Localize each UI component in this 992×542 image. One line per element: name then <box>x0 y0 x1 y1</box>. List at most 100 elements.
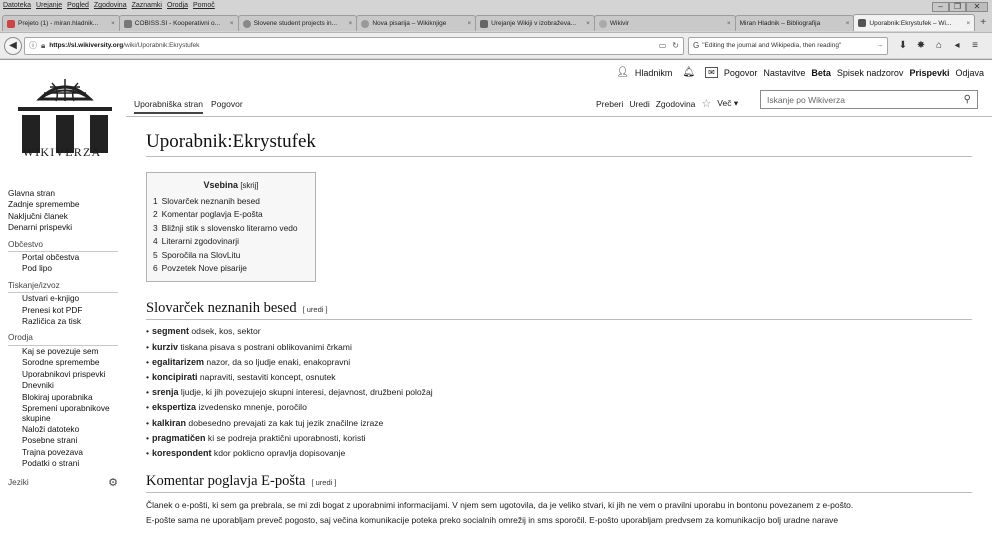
notifications-bell-icon[interactable]: 🔔︎ <box>682 67 695 78</box>
paragraph-line: Članek o e-pošti, ki sem ga prebrala, se… <box>146 500 854 511</box>
beta-link[interactable]: Beta <box>811 68 831 78</box>
section-edit-link[interactable]: [ uredi ] <box>303 305 328 314</box>
close-window-button[interactable]: ✕ <box>966 2 988 12</box>
sidebar-item-logs[interactable]: Dnevniki <box>22 380 126 391</box>
sidebar-group-tools: Orodja Kaj se povezuje sem Sorodne sprem… <box>0 332 126 469</box>
close-tab-icon[interactable]: × <box>111 20 115 27</box>
tab-talk[interactable]: Pogovor <box>211 99 243 114</box>
browser-tab[interactable]: Wikivir × <box>593 15 736 31</box>
browser-search-box[interactable]: G "Editing the journal and Wikipedia, th… <box>688 36 888 55</box>
new-tab-button[interactable]: + <box>974 15 992 31</box>
globe-icon <box>242 19 251 28</box>
sidebar-item-community-portal[interactable]: Portal občestva <box>22 252 126 263</box>
namespace-tabs: Uporabniška stran Pogovor <box>134 99 243 114</box>
tab-edit[interactable]: Uredi <box>629 99 649 109</box>
list-item: egalitarizem nazor, da so ljudje enaki, … <box>146 355 986 370</box>
logout-link[interactable]: Odjava <box>955 68 984 78</box>
close-tab-icon[interactable]: × <box>586 20 590 27</box>
sidebar-item-block-user[interactable]: Blokiraj uporabnika <box>22 392 126 403</box>
toc-item[interactable]: 4 Literarni zgodovinarji <box>153 235 309 248</box>
menu-history[interactable]: Zgodovina <box>94 0 127 12</box>
wikiversity-icon <box>480 19 489 28</box>
more-menu[interactable]: Več ▾ <box>717 98 738 109</box>
reader-view-icon[interactable]: ▭ <box>659 41 667 50</box>
sidebar-item-random-article[interactable]: Naključni članek <box>8 211 126 222</box>
sidebar-item-user-contributions[interactable]: Uporabnikovi prispevki <box>22 369 122 380</box>
maximize-button[interactable]: ❐ <box>949 2 966 12</box>
sidebar-item-create-book[interactable]: Ustvari e-knjigo <box>22 293 126 304</box>
sidebar-item-related-changes[interactable]: Sorodne spremembe <box>22 357 126 368</box>
toc-item[interactable]: 3 Bližnji stik s slovensko literarno vedo <box>153 222 309 235</box>
tab-read[interactable]: Preberi <box>596 99 623 109</box>
close-tab-icon[interactable]: × <box>966 20 970 27</box>
search-icon[interactable]: ⚲ <box>964 94 971 105</box>
contributions-link[interactable]: Prispevki <box>909 68 949 78</box>
minimize-button[interactable]: – <box>932 2 949 12</box>
toc-item[interactable]: 5 Sporočila na SlovLitu <box>153 249 309 262</box>
toc-number: 6 <box>153 263 158 274</box>
languages-heading[interactable]: Jeziki <box>8 477 29 487</box>
sidebar-item-main-page[interactable]: Glavna stran <box>8 188 126 199</box>
toc-toggle[interactable]: [skrij] <box>240 181 258 190</box>
tab-user-page[interactable]: Uporabniška stran <box>134 99 203 114</box>
sidebar-item-what-links-here[interactable]: Kaj se povezuje sem <box>22 346 126 357</box>
search-go-icon[interactable]: → <box>877 42 884 49</box>
toc-item[interactable]: 6 Povzetek Nove pisarije <box>153 262 309 275</box>
sidebar-item-permanent-link[interactable]: Trajna povezava <box>22 447 126 458</box>
user-link[interactable]: Hladnikm <box>635 68 673 78</box>
sidebar-heading[interactable]: Občestvo <box>8 239 118 253</box>
sidebar-heading[interactable]: Tiskanje/izvoz <box>8 280 118 294</box>
browser-tab[interactable]: Slovene student projects in... × <box>237 15 358 31</box>
tab-history[interactable]: Zgodovina <box>656 99 696 109</box>
sidebar-item-village-pump[interactable]: Pod lipo <box>22 263 126 274</box>
close-tab-icon[interactable]: × <box>846 20 850 27</box>
toc-item[interactable]: 2 Komentar poglavja E-pošta <box>153 208 309 221</box>
url-bar[interactable]: ⓘ 🔒︎ https://sl.wikiversity.org /wiki/Up… <box>24 36 684 55</box>
browser-tab[interactable]: COBISS.SI - Kooperativni o... × <box>118 15 239 31</box>
wiki-search-input[interactable]: Iskanje po Wikiverza ⚲ <box>760 90 978 109</box>
menu-view[interactable]: Pogled <box>67 0 89 12</box>
menu-bookmarks[interactable]: Zaznamki <box>132 0 162 12</box>
sidebar-item-recent-changes[interactable]: Zadnje spremembe <box>8 199 126 210</box>
sidebar-item-printable-version[interactable]: Različica za tisk <box>22 316 126 327</box>
section-title: Komentar poglavja E-pošta <box>146 473 306 490</box>
browser-tab[interactable]: Urejanje Wikiji v izobraževa... × <box>475 15 595 31</box>
send-icon[interactable]: ◂ <box>948 40 966 51</box>
browser-tab[interactable]: Nova pisarija – Wikiknjige × <box>356 15 477 31</box>
preferences-link[interactable]: Nastavitve <box>763 68 805 78</box>
addon-icon[interactable]: ✸ <box>912 40 930 51</box>
browser-tab[interactable]: Prejeto (1) - miran.hladnik... × <box>2 15 120 31</box>
sidebar-languages: Jeziki ⚙ <box>0 476 118 489</box>
menu-edit[interactable]: Urejanje <box>36 0 62 12</box>
list-item: ekspertiza izvedensko mnenje, poročilo <box>146 400 986 415</box>
reload-icon[interactable]: ↻ <box>672 41 679 50</box>
sidebar-item-special-pages[interactable]: Posebne strani <box>22 435 126 446</box>
close-tab-icon[interactable]: × <box>727 20 731 27</box>
sidebar-item-download-pdf[interactable]: Prenesi kot PDF <box>22 305 126 316</box>
talk-link[interactable]: Pogovor <box>724 68 758 78</box>
section-edit-link[interactable]: [ uredi ] <box>311 478 336 487</box>
close-tab-icon[interactable]: × <box>467 20 471 27</box>
back-button[interactable]: ◀ <box>4 36 22 55</box>
browser-tab[interactable]: Miran Hladnik – Bibliografija × <box>734 15 855 31</box>
watch-star-icon[interactable]: ☆ <box>701 97 711 110</box>
close-tab-icon[interactable]: × <box>349 20 353 27</box>
menu-file[interactable]: Datoteka <box>3 0 31 12</box>
toc-item[interactable]: 1 Slovarček neznanih besed <box>153 195 309 208</box>
browser-tab-active[interactable]: Uporabnik:Ekrystufek – Wi... × <box>853 14 976 31</box>
home-icon[interactable]: ⌂ <box>930 40 948 51</box>
messages-icon[interactable]: ✉ <box>705 67 718 78</box>
sidebar-item-upload-file[interactable]: Naloži datoteko <box>22 424 126 435</box>
gear-icon[interactable]: ⚙ <box>108 476 118 489</box>
sidebar-item-donate[interactable]: Denarni prispevki <box>8 222 126 233</box>
menu-help[interactable]: Pomoč <box>193 0 215 12</box>
close-tab-icon[interactable]: × <box>230 20 234 27</box>
glossary-term: ekspertiza <box>152 402 197 413</box>
sidebar-item-user-rights[interactable]: Spremeni uporabnikove skupine <box>22 403 122 423</box>
sidebar-item-page-information[interactable]: Podatki o strani <box>22 458 126 469</box>
menu-tools[interactable]: Orodja <box>167 0 188 12</box>
sidebar-heading[interactable]: Orodja <box>8 332 118 346</box>
hamburger-menu-icon[interactable]: ≡ <box>966 40 984 51</box>
watchlist-link[interactable]: Spisek nadzorov <box>837 68 904 78</box>
download-icon[interactable]: ⬇ <box>894 40 912 51</box>
